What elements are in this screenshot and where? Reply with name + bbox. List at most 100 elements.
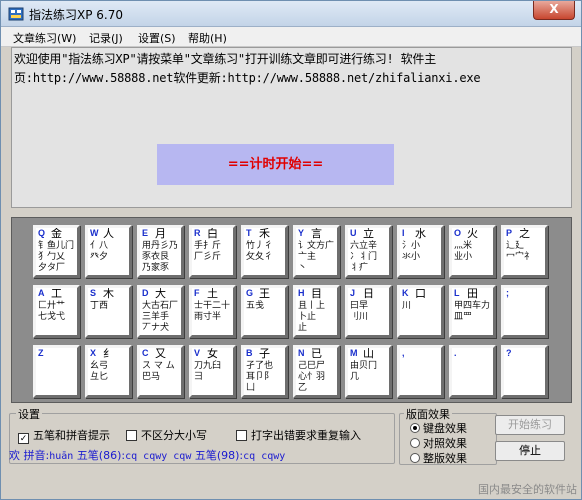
radio-icon [410, 453, 420, 463]
key-radicals: 竹丿彳 攵夂彳 [246, 241, 274, 262]
watermark-text: 国内最安全的软件站 [478, 483, 577, 496]
key-comma[interactable]: , [397, 345, 444, 398]
key-n[interactable]: N 已己巳尸 心忄羽 乙 [293, 345, 340, 398]
wubi-pinyin-checkbox[interactable]: ✓ 五笔和拼音提示 [18, 427, 110, 444]
key-radicals: 氵小 氺小 [402, 241, 421, 262]
key-o[interactable]: O 火灬米 业小 [449, 225, 496, 278]
menu-records[interactable]: 记录(J) [89, 30, 123, 46]
hint-wubi98-value: cq cqwy [243, 451, 286, 462]
key-main-root: 禾 [259, 227, 270, 240]
key-main-root: 大 [155, 287, 166, 300]
menu-article-practice[interactable]: 文章练习(W) [13, 30, 76, 46]
key-letter: Z [38, 348, 44, 358]
key-period[interactable]: . [449, 345, 496, 398]
key-c[interactable]: C又ス マ ム 巴马 [137, 345, 184, 398]
key-radicals: 士干二十 雨寸半 [194, 301, 231, 322]
key-main-root: 子 [259, 347, 270, 360]
close-button[interactable]: X [533, 1, 575, 20]
key-m[interactable]: M 山由贝冂 几 [345, 345, 392, 398]
radio-selected-icon [410, 423, 420, 433]
key-main-root: 之 [519, 227, 530, 240]
start-practice-button[interactable]: 开始练习 [495, 415, 565, 435]
key-main-root: 山 [363, 347, 374, 360]
key-letter: F [194, 288, 200, 298]
key-w[interactable]: W 人亻八 癶夕 [85, 225, 132, 278]
key-letter: X [90, 348, 97, 358]
key-letter: D [142, 288, 149, 298]
key-x[interactable]: X 纟幺弓 彑匕 [85, 345, 132, 398]
key-radicals: 己巳尸 心忄羽 乙 [298, 361, 326, 393]
key-radicals: 辶廴 冖宀礻 [506, 241, 534, 262]
key-f[interactable]: F 土士干二十 雨寸半 [189, 285, 236, 338]
hint-wubi86-label: 五笔(86): [76, 449, 126, 462]
wubi-keyboard: Q 金钅鱼儿门 犭勹乂 夕タ厂 W 人亻八 癶夕 E 月用丹彡乃 豕衣艮 乃家豕 R 白手扌斤… [11, 217, 572, 403]
key-main-root: 王 [259, 287, 270, 300]
key-letter: ; [506, 288, 509, 298]
key-i[interactable]: I 水氵小 氺小 [397, 225, 444, 278]
key-t[interactable]: T 禾竹丿彳 攵夂彳 [241, 225, 288, 278]
key-z[interactable]: Z [33, 345, 80, 398]
repeat-on-error-checkbox[interactable]: 打字出错要求重复输入 [236, 427, 361, 443]
key-question[interactable]: ? [501, 345, 548, 398]
key-radicals: 丁西 [90, 301, 109, 311]
case-insensitive-checkbox[interactable]: 不区分大小写 [126, 427, 207, 443]
checkbox-checked-icon: ✓ [18, 433, 29, 444]
key-s[interactable]: S 木丁西 [85, 285, 132, 338]
hint-wubi98-label: 五笔(98): [194, 449, 244, 462]
key-letter: T [246, 228, 252, 238]
key-a[interactable]: A 工匚廾艹 七戈弋 [33, 285, 80, 338]
key-j[interactable]: J 日曰早 刂川 [345, 285, 392, 338]
key-letter: , [402, 348, 405, 358]
key-d[interactable]: D 大大古石厂 三羊手 丆ナ犬 [137, 285, 184, 338]
key-letter: Q [38, 228, 46, 238]
key-radicals: 匚廾艹 七戈弋 [38, 301, 66, 322]
key-letter: N [298, 348, 305, 358]
key-radicals: 曰早 刂川 [350, 301, 369, 322]
close-icon: X [549, 2, 559, 16]
key-q[interactable]: Q 金钅鱼儿门 犭勹乂 夕タ厂 [33, 225, 80, 278]
key-p[interactable]: P 之辶廴 冖宀礻 [501, 225, 548, 278]
radio-compare-effect[interactable]: 对照效果 [410, 435, 467, 451]
key-main-root: 人 [103, 227, 114, 240]
menu-bar: 文章练习(W) 记录(J) 设置(S) 帮助(H) [1, 27, 581, 47]
app-window: 指法练习XP 6.70 X 文章练习(W) 记录(J) 设置(S) 帮助(H) … [0, 0, 582, 500]
key-letter: R [194, 228, 201, 238]
key-b[interactable]: B 子孑了也 耳卩阝 凵 [241, 345, 288, 398]
key-e[interactable]: E 月用丹彡乃 豕衣艮 乃家豕 [137, 225, 184, 278]
key-u[interactable]: U 立六立辛 冫丬门 丬疒 [345, 225, 392, 278]
menu-help[interactable]: 帮助(H) [188, 30, 227, 46]
intro-text: 欢迎使用"指法练习XP"请按菜单"文章练习"打开训练文章即可进行练习! 软件主页… [14, 52, 481, 85]
key-radicals: 刀九臼 彐 [194, 361, 222, 382]
key-g[interactable]: G 王五戋 [241, 285, 288, 338]
practice-text-area[interactable]: 欢迎使用"指法练习XP"请按菜单"文章练习"打开训练文章即可进行练习! 软件主页… [11, 47, 572, 208]
radio-keyboard-effect[interactable]: 键盘效果 [410, 420, 467, 436]
key-main-root: 月 [155, 227, 166, 240]
key-letter: V [194, 348, 201, 358]
key-main-root: 木 [103, 287, 114, 300]
key-letter: B [246, 348, 253, 358]
key-main-root: 言 [311, 227, 322, 240]
checkbox-icon [126, 430, 137, 441]
key-main-root: 立 [363, 227, 374, 240]
key-letter: G [246, 288, 254, 298]
menu-settings[interactable]: 设置(S) [138, 30, 176, 46]
hint-wubi86-value: cq cqwy cqw [125, 451, 192, 462]
stop-button[interactable]: 停止 [495, 441, 565, 461]
key-semicolon[interactable]: ; [501, 285, 548, 338]
key-l[interactable]: L 田甲四车力 皿罒 [449, 285, 496, 338]
radio-full-page-effect[interactable]: 整版效果 [410, 450, 467, 466]
timer-banner: ==计时开始== [157, 144, 394, 185]
key-letter: I [402, 228, 405, 238]
key-v[interactable]: V 女刀九臼 彐 [189, 345, 236, 398]
case-insensitive-label: 不区分大小写 [141, 429, 207, 442]
key-k[interactable]: K口川 [397, 285, 444, 338]
key-y[interactable]: Y 言讠文方广 亠主 丶 [293, 225, 340, 278]
hint-char: 欢 [9, 449, 20, 462]
key-h[interactable]: H 目且丨上 卜止 止 [293, 285, 340, 338]
key-r[interactable]: R 白手扌斤 厂彡斤 [189, 225, 236, 278]
key-radicals: ス マ ム 巴马 [142, 361, 175, 382]
key-main-root: 又 [155, 347, 166, 360]
window-title: 指法练习XP 6.70 [29, 8, 123, 22]
title-bar: 指法练习XP 6.70 X [1, 1, 581, 27]
key-letter: S [90, 288, 97, 298]
